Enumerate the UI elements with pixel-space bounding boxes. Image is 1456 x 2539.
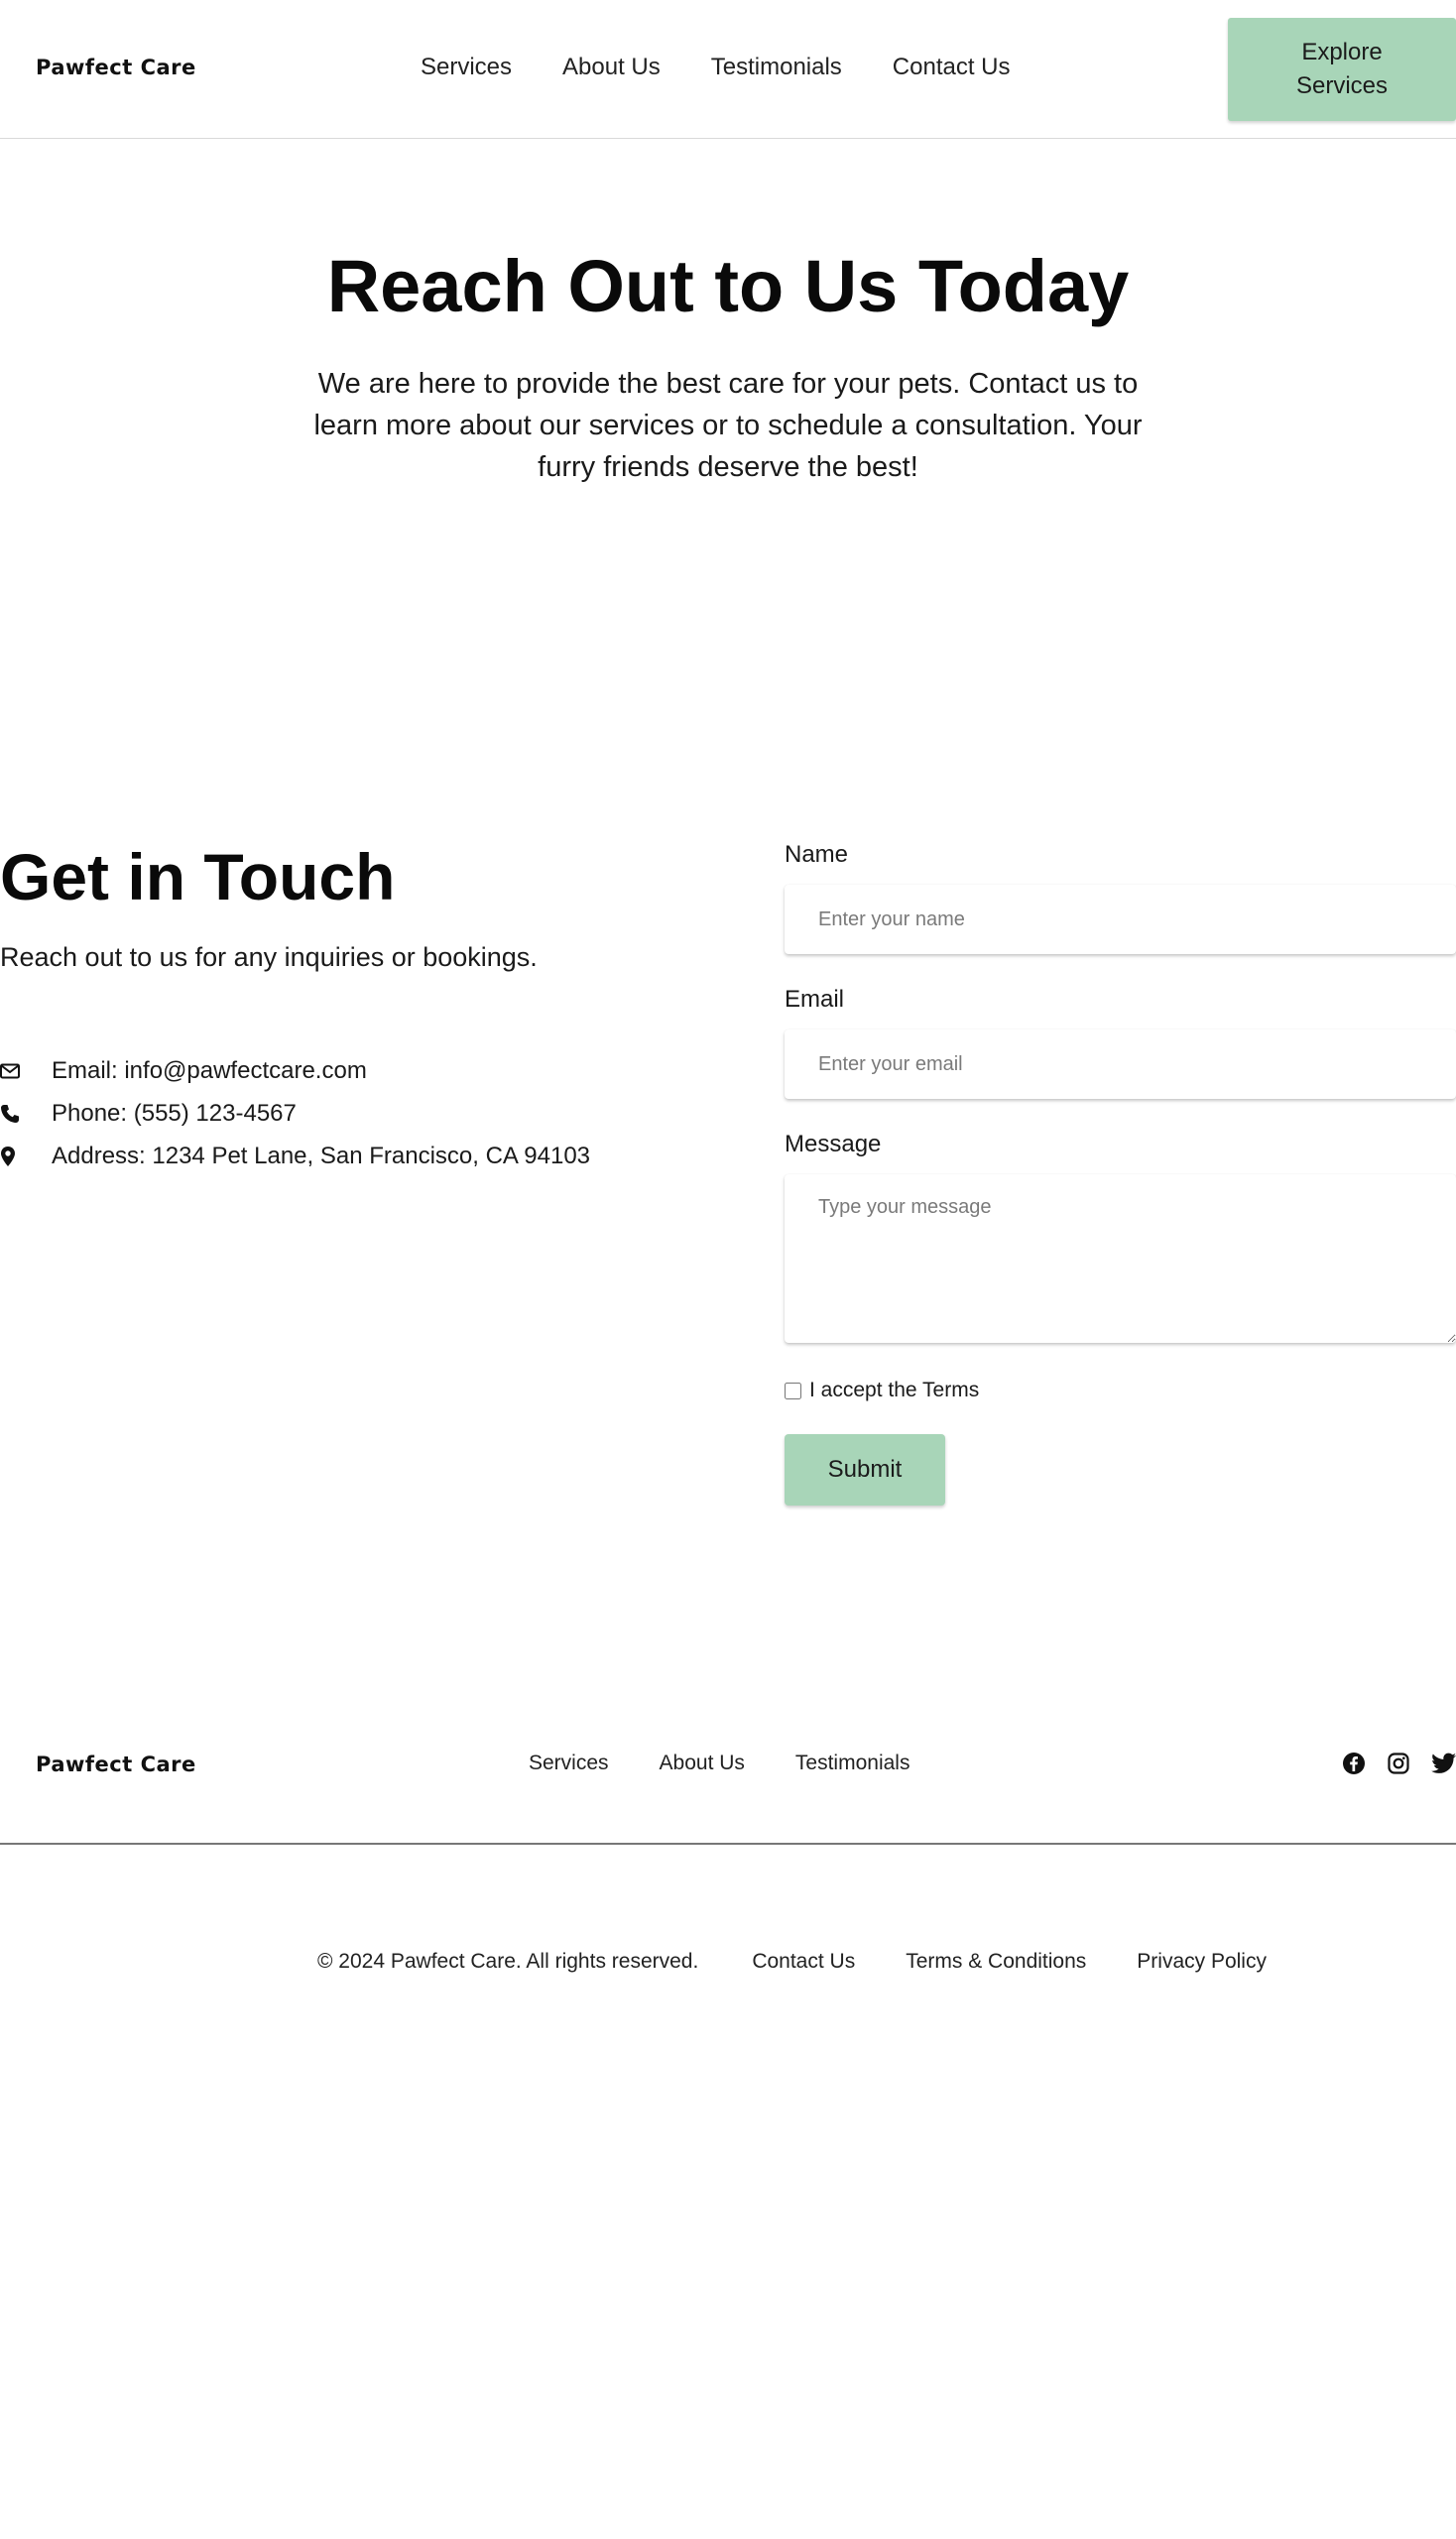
nav-about-us[interactable]: About Us — [562, 54, 661, 81]
message-group: Message — [785, 1131, 1456, 1343]
nav-testimonials[interactable]: Testimonials — [711, 54, 842, 81]
explore-services-button[interactable]: Explore Services — [1228, 18, 1456, 121]
brand-logo[interactable]: Pawfect Care — [36, 56, 196, 79]
terms-checkbox[interactable] — [785, 1382, 801, 1399]
footer-link-contact-us[interactable]: Contact Us — [752, 1950, 855, 1974]
name-label: Name — [785, 841, 849, 868]
message-label: Message — [785, 1131, 882, 1157]
footer-nav: Services About Us Testimonials — [529, 1752, 910, 1775]
contact-info-phone: Phone: (555) 123-4567 — [0, 1092, 590, 1135]
contact-phone-text: Phone: (555) 123-4567 — [52, 1099, 297, 1127]
contact-info-email: Email: info@pawfectcare.com — [0, 1049, 590, 1092]
terms-row: I accept the Terms — [785, 1379, 1456, 1402]
hero-text: We are here to provide the best care for… — [313, 368, 1143, 483]
contact-info-list: Email: info@pawfectcare.com Phone: (555)… — [0, 1049, 590, 1177]
contact-email-text: Email: info@pawfectcare.com — [52, 1056, 367, 1084]
envelope-icon — [0, 1063, 52, 1079]
social-links — [1342, 1752, 1456, 1775]
footer-brand-logo[interactable]: Pawfect Care — [36, 1753, 196, 1776]
footer-nav-services[interactable]: Services — [529, 1752, 609, 1775]
footer-nav-testimonials[interactable]: Testimonials — [795, 1752, 910, 1775]
copyright-text: © 2024 Pawfect Care. All rights reserved… — [317, 1950, 699, 1973]
contact-address-text: Address: 1234 Pet Lane, San Francisco, C… — [52, 1142, 591, 1169]
nav-services[interactable]: Services — [421, 54, 512, 81]
site-header: Pawfect Care Services About Us Testimoni… — [0, 0, 1456, 139]
nav-contact-us[interactable]: Contact Us — [893, 54, 1011, 81]
page: Pawfect Care Services About Us Testimoni… — [0, 0, 1456, 2539]
name-input[interactable] — [785, 885, 1456, 954]
footer-bottom-links: Contact Us Terms & Conditions Privacy Po… — [752, 1950, 1267, 1974]
instagram-icon[interactable] — [1388, 1753, 1409, 1774]
map-pin-icon — [0, 1146, 52, 1167]
footer-bottom: © 2024 Pawfect Care. All rights reserved… — [317, 1950, 1267, 1974]
hero-title: Reach Out to Us Today — [326, 245, 1130, 327]
get-in-touch-subtitle: Reach out to us for any inquiries or boo… — [0, 942, 538, 972]
main-nav: Services About Us Testimonials Contact U… — [421, 54, 1011, 81]
footer-divider — [0, 1843, 1456, 1845]
submit-button[interactable]: Submit — [785, 1434, 945, 1506]
footer-link-terms[interactable]: Terms & Conditions — [906, 1950, 1086, 1974]
email-group: Email — [785, 986, 1456, 1099]
terms-label[interactable]: I accept the Terms — [809, 1379, 979, 1402]
twitter-icon[interactable] — [1431, 1753, 1456, 1774]
contact-form: Name Email Message I accept the Terms Su… — [785, 841, 1456, 1506]
footer-link-privacy[interactable]: Privacy Policy — [1137, 1950, 1267, 1974]
name-group: Name — [785, 841, 1456, 954]
message-textarea[interactable] — [785, 1174, 1456, 1343]
email-label: Email — [785, 986, 845, 1013]
footer-nav-about-us[interactable]: About Us — [660, 1752, 745, 1775]
contact-info-address: Address: 1234 Pet Lane, San Francisco, C… — [0, 1135, 590, 1177]
email-input[interactable] — [785, 1029, 1456, 1099]
get-in-touch-title: Get in Touch — [0, 840, 396, 913]
phone-icon — [0, 1104, 52, 1124]
facebook-icon[interactable] — [1342, 1752, 1366, 1775]
